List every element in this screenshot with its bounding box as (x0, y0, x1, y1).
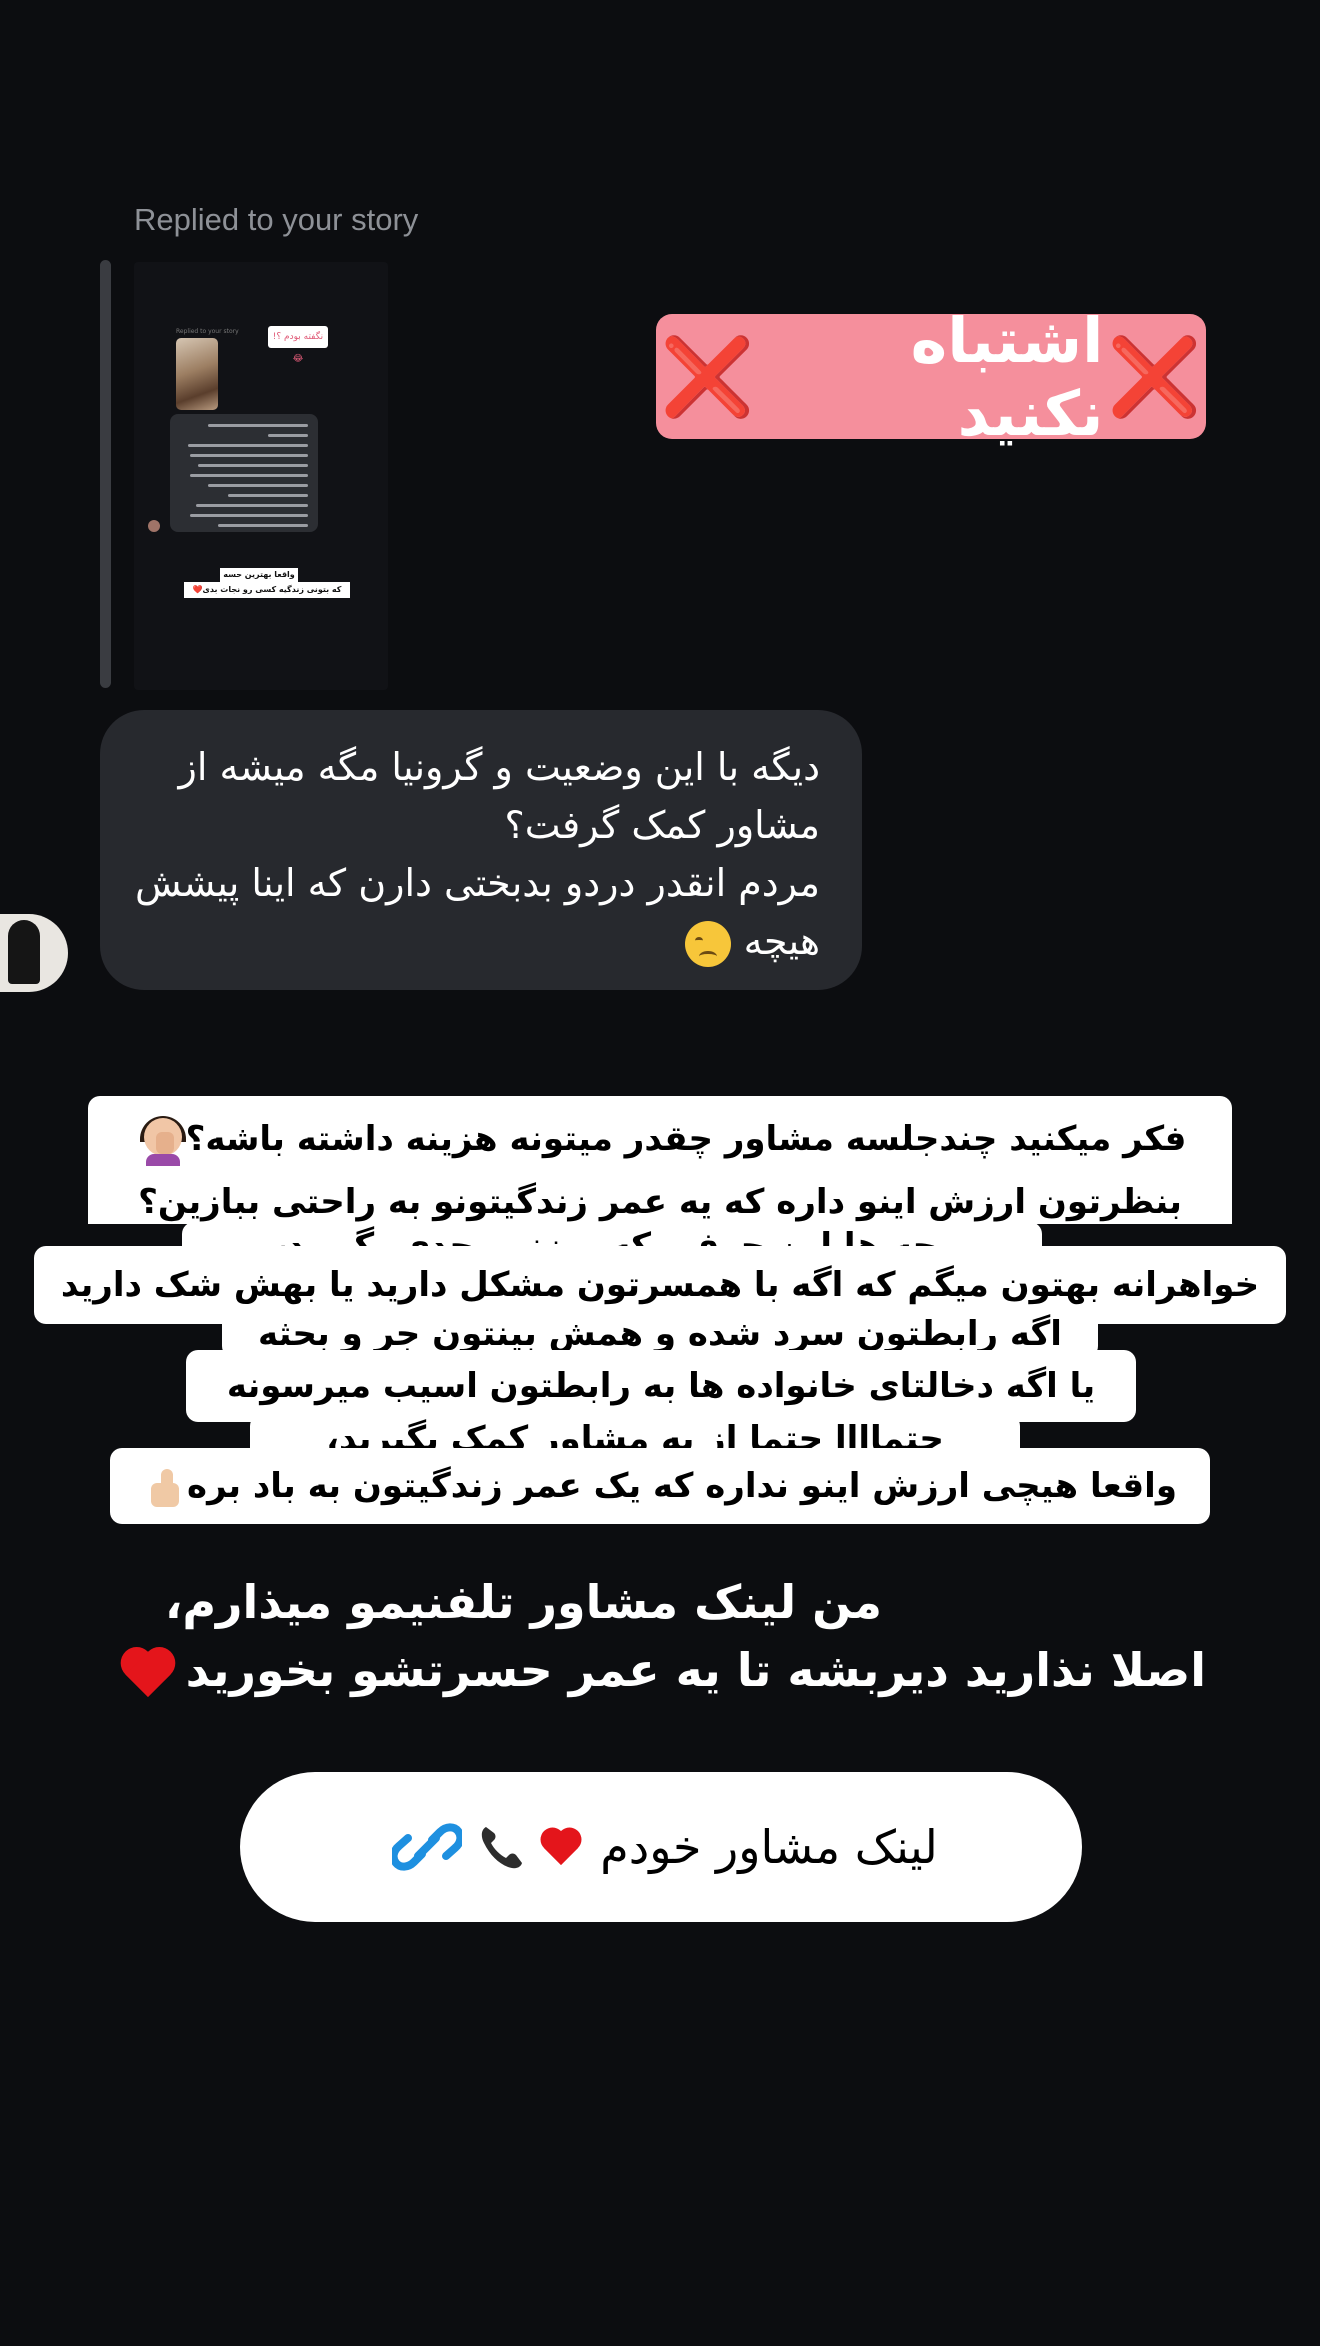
facepalm-woman-icon (139, 1115, 186, 1166)
title-sticker: ❌ اشتباه نکنید ❌ (656, 304, 1206, 450)
cross-mark-icon: ❌ (660, 331, 755, 421)
thumbnail-message-bubble (170, 414, 318, 532)
caption-line-2: بنظرتون ارزش اینو داره که یه عمر زندگیتو… (88, 1180, 1232, 1224)
thumbnail-caption-line1: واقعا بهترین حسه (220, 568, 298, 582)
thumbnail-avatar (148, 520, 160, 532)
cross-mark-icon: ❌ (1107, 331, 1202, 421)
link-chain-icon (392, 1823, 463, 1871)
message-bubble[interactable]: دیگه با این وضعیت و گرونیا مگه میشه از م… (100, 710, 862, 990)
telephone-receiver-icon (482, 1827, 523, 1869)
caption-line-6: یا اگه دخالتای خانواده ها به رابطتون اسی… (186, 1350, 1136, 1422)
counselor-link-sticker[interactable]: لینک مشاور خودم (240, 1772, 1082, 1922)
caption-line-1: فکر میکنید چندجلسه مشاور چقدر میتونه هزی… (88, 1096, 1232, 1182)
link-sticker-label: لینک مشاور خودم (600, 1820, 938, 1874)
sad-face-icon (685, 920, 732, 967)
caption-line-8: واقعا هیچی ارزش اینو نداره که یک عمر زند… (110, 1448, 1210, 1524)
title-sticker-text: اشتباه نکنید (910, 303, 1104, 450)
reply-quote-bar (100, 260, 111, 688)
sender-avatar[interactable] (0, 914, 68, 992)
message-paragraph-1: دیگه با این وضعیت و گرونیا مگه میشه از م… (178, 745, 820, 847)
red-heart-icon (120, 1645, 180, 1703)
thumbnail-sticker: نگفته بودم ؟!😂 (268, 326, 328, 364)
statement-line-1: من لینک مشاور تلفنیمو میذارم، (164, 1575, 882, 1629)
statement-text: من لینک مشاور تلفنیمو میذارم، اصلا نذاری… (106, 1568, 1206, 1704)
statement-line-2: اصلا نذارید دیربشه تا یه عمر حسرتشو بخور… (185, 1643, 1206, 1697)
story-thumbnail[interactable]: Replied to your story نگفته بودم ؟!😂 واق… (134, 262, 388, 690)
thumbs-up-icon (147, 1467, 187, 1509)
replied-to-story-label: Replied to your story (134, 202, 419, 237)
thumbnail-replied-label: Replied to your story (176, 328, 239, 335)
thumbnail-caption-line2: که بتونی زندگیه کسی رو نجات بدی❤️ (184, 582, 350, 598)
thumbnail-photo (176, 338, 218, 410)
red-heart-icon (540, 1825, 586, 1869)
